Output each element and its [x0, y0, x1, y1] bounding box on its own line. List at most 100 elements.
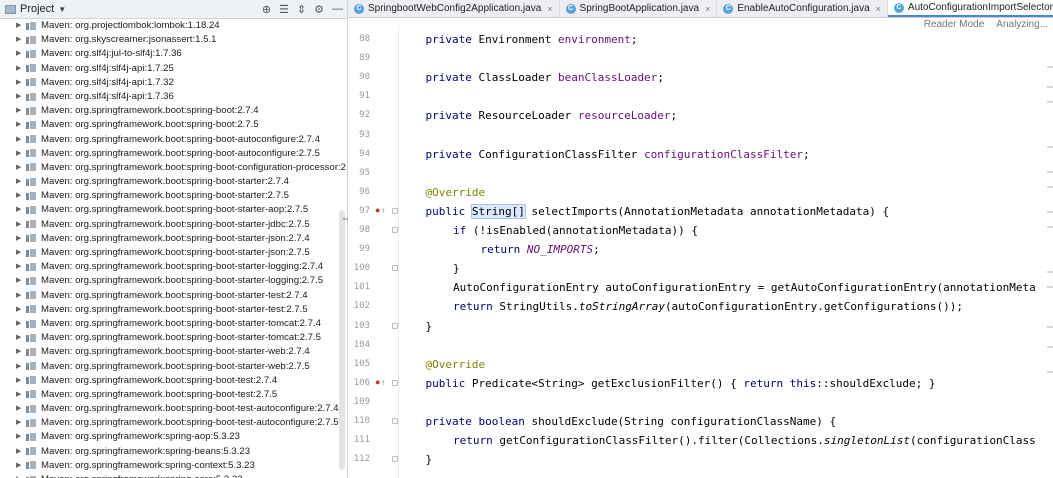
- stripe-mark[interactable]: [1047, 371, 1053, 373]
- tree-item[interactable]: ▶ Maven: org.slf4j:slf4j-api:1.7.36: [0, 90, 347, 104]
- chevron-right-icon[interactable]: ▶: [16, 90, 26, 104]
- chevron-right-icon[interactable]: ▶: [16, 430, 26, 444]
- chevron-right-icon[interactable]: ▶: [16, 402, 26, 416]
- code-line[interactable]: }: [426, 450, 433, 469]
- close-icon[interactable]: ×: [705, 4, 710, 14]
- chevron-right-icon[interactable]: ▶: [16, 445, 26, 459]
- tree-item[interactable]: ▶ Maven: org.springframework.boot:spring-…: [0, 388, 347, 402]
- tree-item[interactable]: ▶ Maven: org.springframework.boot:spring-…: [0, 374, 347, 388]
- chevron-right-icon[interactable]: ▶: [16, 317, 26, 331]
- tree-item[interactable]: ▶ Maven: org.springframework.boot:spring-…: [0, 175, 347, 189]
- close-icon[interactable]: ×: [547, 4, 552, 14]
- stripe-mark[interactable]: [1047, 186, 1053, 188]
- collapse-all-icon[interactable]: ⇕: [297, 3, 306, 16]
- chevron-right-icon[interactable]: ▶: [16, 62, 26, 76]
- chevron-right-icon[interactable]: ▶: [16, 345, 26, 359]
- close-icon[interactable]: ×: [876, 4, 881, 14]
- chevron-right-icon[interactable]: ▶: [16, 218, 26, 232]
- tree-item[interactable]: ▶ Maven: org.springframework:spring-beans…: [0, 445, 347, 459]
- chevron-right-icon[interactable]: ▶: [16, 388, 26, 402]
- chevron-right-icon[interactable]: ▶: [16, 374, 26, 388]
- chevron-right-icon[interactable]: ▶: [16, 161, 26, 175]
- code-line[interactable]: public Predicate<String> getExclusionFil…: [426, 374, 936, 393]
- editor-tab[interactable]: C SpringbootWebConfig2Application.java ×: [348, 0, 560, 17]
- chevron-right-icon[interactable]: ▶: [16, 175, 26, 189]
- tree-item[interactable]: ▶ Maven: org.springframework.boot:spring-…: [0, 189, 347, 203]
- code-line[interactable]: }: [453, 259, 460, 278]
- override-marker-icon[interactable]: ●↑: [375, 205, 385, 215]
- tree-item[interactable]: ▶ Maven: org.springframework.boot:spring-…: [0, 360, 347, 374]
- stripe-mark[interactable]: [1047, 286, 1053, 288]
- locate-icon[interactable]: ⊕: [262, 3, 271, 16]
- project-scrollbar[interactable]: [339, 210, 345, 470]
- chevron-right-icon[interactable]: ▶: [16, 104, 26, 118]
- code-line[interactable]: @Override: [426, 355, 486, 374]
- chevron-right-icon[interactable]: ▶: [16, 133, 26, 147]
- stripe-mark[interactable]: [1047, 146, 1053, 148]
- stripe-mark[interactable]: [1047, 226, 1053, 228]
- gear-icon[interactable]: ⚙: [314, 3, 324, 16]
- chevron-right-icon[interactable]: ▶: [16, 331, 26, 345]
- chevron-right-icon[interactable]: ▶: [16, 416, 26, 430]
- chevron-right-icon[interactable]: ▶: [16, 147, 26, 161]
- tree-item[interactable]: ▶ Maven: org.springframework.boot:spring-…: [0, 246, 347, 260]
- chevron-right-icon[interactable]: ▶: [16, 47, 26, 61]
- tree-item[interactable]: ▶ Maven: org.slf4j:jul-to-slf4j:1.7.36: [0, 47, 347, 61]
- code-line[interactable]: private Environment environment;: [426, 30, 638, 49]
- code-line[interactable]: private ConfigurationClassFilter configu…: [426, 145, 810, 164]
- chevron-right-icon[interactable]: ▶: [16, 459, 26, 473]
- hide-icon[interactable]: —: [332, 3, 343, 15]
- tree-item[interactable]: ▶ Maven: org.springframework.boot:spring-…: [0, 260, 347, 274]
- chevron-right-icon[interactable]: ▶: [16, 360, 26, 374]
- code-line[interactable]: }: [426, 317, 433, 336]
- stripe-mark[interactable]: [1047, 101, 1053, 103]
- stripe-mark[interactable]: [1047, 346, 1053, 348]
- tree-item[interactable]: ▶ Maven: org.springframework.boot:spring-…: [0, 274, 347, 288]
- tree-item[interactable]: ▶ Maven: org.springframework.boot:spring-…: [0, 147, 347, 161]
- tree-item[interactable]: ▶ Maven: org.springframework.boot:spring-…: [0, 232, 347, 246]
- stripe-mark[interactable]: [1047, 86, 1053, 88]
- tree-item[interactable]: ▶ Maven: org.springframework:spring-aop:5…: [0, 430, 347, 444]
- chevron-right-icon[interactable]: ▶: [16, 260, 26, 274]
- chevron-right-icon[interactable]: ▶: [16, 189, 26, 203]
- chevron-right-icon[interactable]: ▶: [16, 303, 26, 317]
- tree-item[interactable]: ▶ Maven: org.springframework.boot:spring-…: [0, 104, 347, 118]
- tree-item[interactable]: ▶ Maven: org.projectlombok:lombok:1.18.24: [0, 19, 347, 33]
- tree-item[interactable]: ▶ Maven: org.springframework.boot:spring-…: [0, 416, 347, 430]
- stripe-mark[interactable]: [1047, 171, 1053, 173]
- chevron-right-icon[interactable]: ▶: [16, 118, 26, 132]
- code-line[interactable]: public String[] selectImports(Annotation…: [426, 202, 889, 221]
- tree-item[interactable]: ▶ Maven: org.springframework:spring-core:…: [0, 473, 347, 478]
- tree-item[interactable]: ▶ Maven: org.springframework.boot:spring-…: [0, 218, 347, 232]
- chevron-down-icon[interactable]: ▼: [58, 5, 66, 14]
- tree-item[interactable]: ▶ Maven: org.springframework:spring-conte…: [0, 459, 347, 473]
- editor-tab[interactable]: C EnableAutoConfiguration.java ×: [717, 0, 888, 17]
- tree-item[interactable]: ▶ Maven: org.springframework.boot:spring-…: [0, 133, 347, 147]
- editor-tab[interactable]: CAutoConfigurationImportSelector.java×: [887, 0, 1053, 17]
- override-marker-icon[interactable]: ●↑: [375, 377, 385, 387]
- stripe-mark[interactable]: [1047, 326, 1053, 328]
- chevron-right-icon[interactable]: ▶: [16, 203, 26, 217]
- chevron-right-icon[interactable]: ▶: [16, 473, 26, 478]
- code-line[interactable]: private boolean shouldExclude(String con…: [426, 412, 837, 431]
- tree-item[interactable]: ▶ Maven: org.springframework.boot:spring-…: [0, 345, 347, 359]
- tree-item[interactable]: ▶ Maven: org.springframework.boot:spring-…: [0, 118, 347, 132]
- chevron-right-icon[interactable]: ▶: [16, 19, 26, 33]
- chevron-right-icon[interactable]: ▶: [16, 33, 26, 47]
- expand-all-icon[interactable]: ☰: [279, 3, 289, 16]
- chevron-right-icon[interactable]: ▶: [16, 289, 26, 303]
- code-area[interactable]: private Environment environment; private …: [398, 26, 1053, 478]
- code-line[interactable]: private ResourceLoader resourceLoader;: [426, 106, 678, 125]
- error-stripe[interactable]: [1047, 26, 1053, 478]
- tree-item[interactable]: ▶ Maven: org.springframework.boot:spring-…: [0, 402, 347, 416]
- chevron-right-icon[interactable]: ▶: [16, 246, 26, 260]
- chevron-right-icon[interactable]: ▶: [16, 76, 26, 90]
- tree-item[interactable]: ▶ Maven: org.slf4j:slf4j-api:1.7.25: [0, 62, 347, 76]
- code-line[interactable]: private ClassLoader beanClassLoader;: [426, 68, 664, 87]
- chevron-right-icon[interactable]: ▶: [16, 232, 26, 246]
- tree-item[interactable]: ▶ Maven: org.springframework.boot:spring-…: [0, 161, 347, 175]
- tree-item[interactable]: ▶ Maven: org.slf4j:slf4j-api:1.7.32: [0, 76, 347, 90]
- chevron-right-icon[interactable]: ▶: [16, 274, 26, 288]
- code-line[interactable]: return NO_IMPORTS;: [481, 240, 600, 259]
- code-line[interactable]: @Override: [426, 183, 486, 202]
